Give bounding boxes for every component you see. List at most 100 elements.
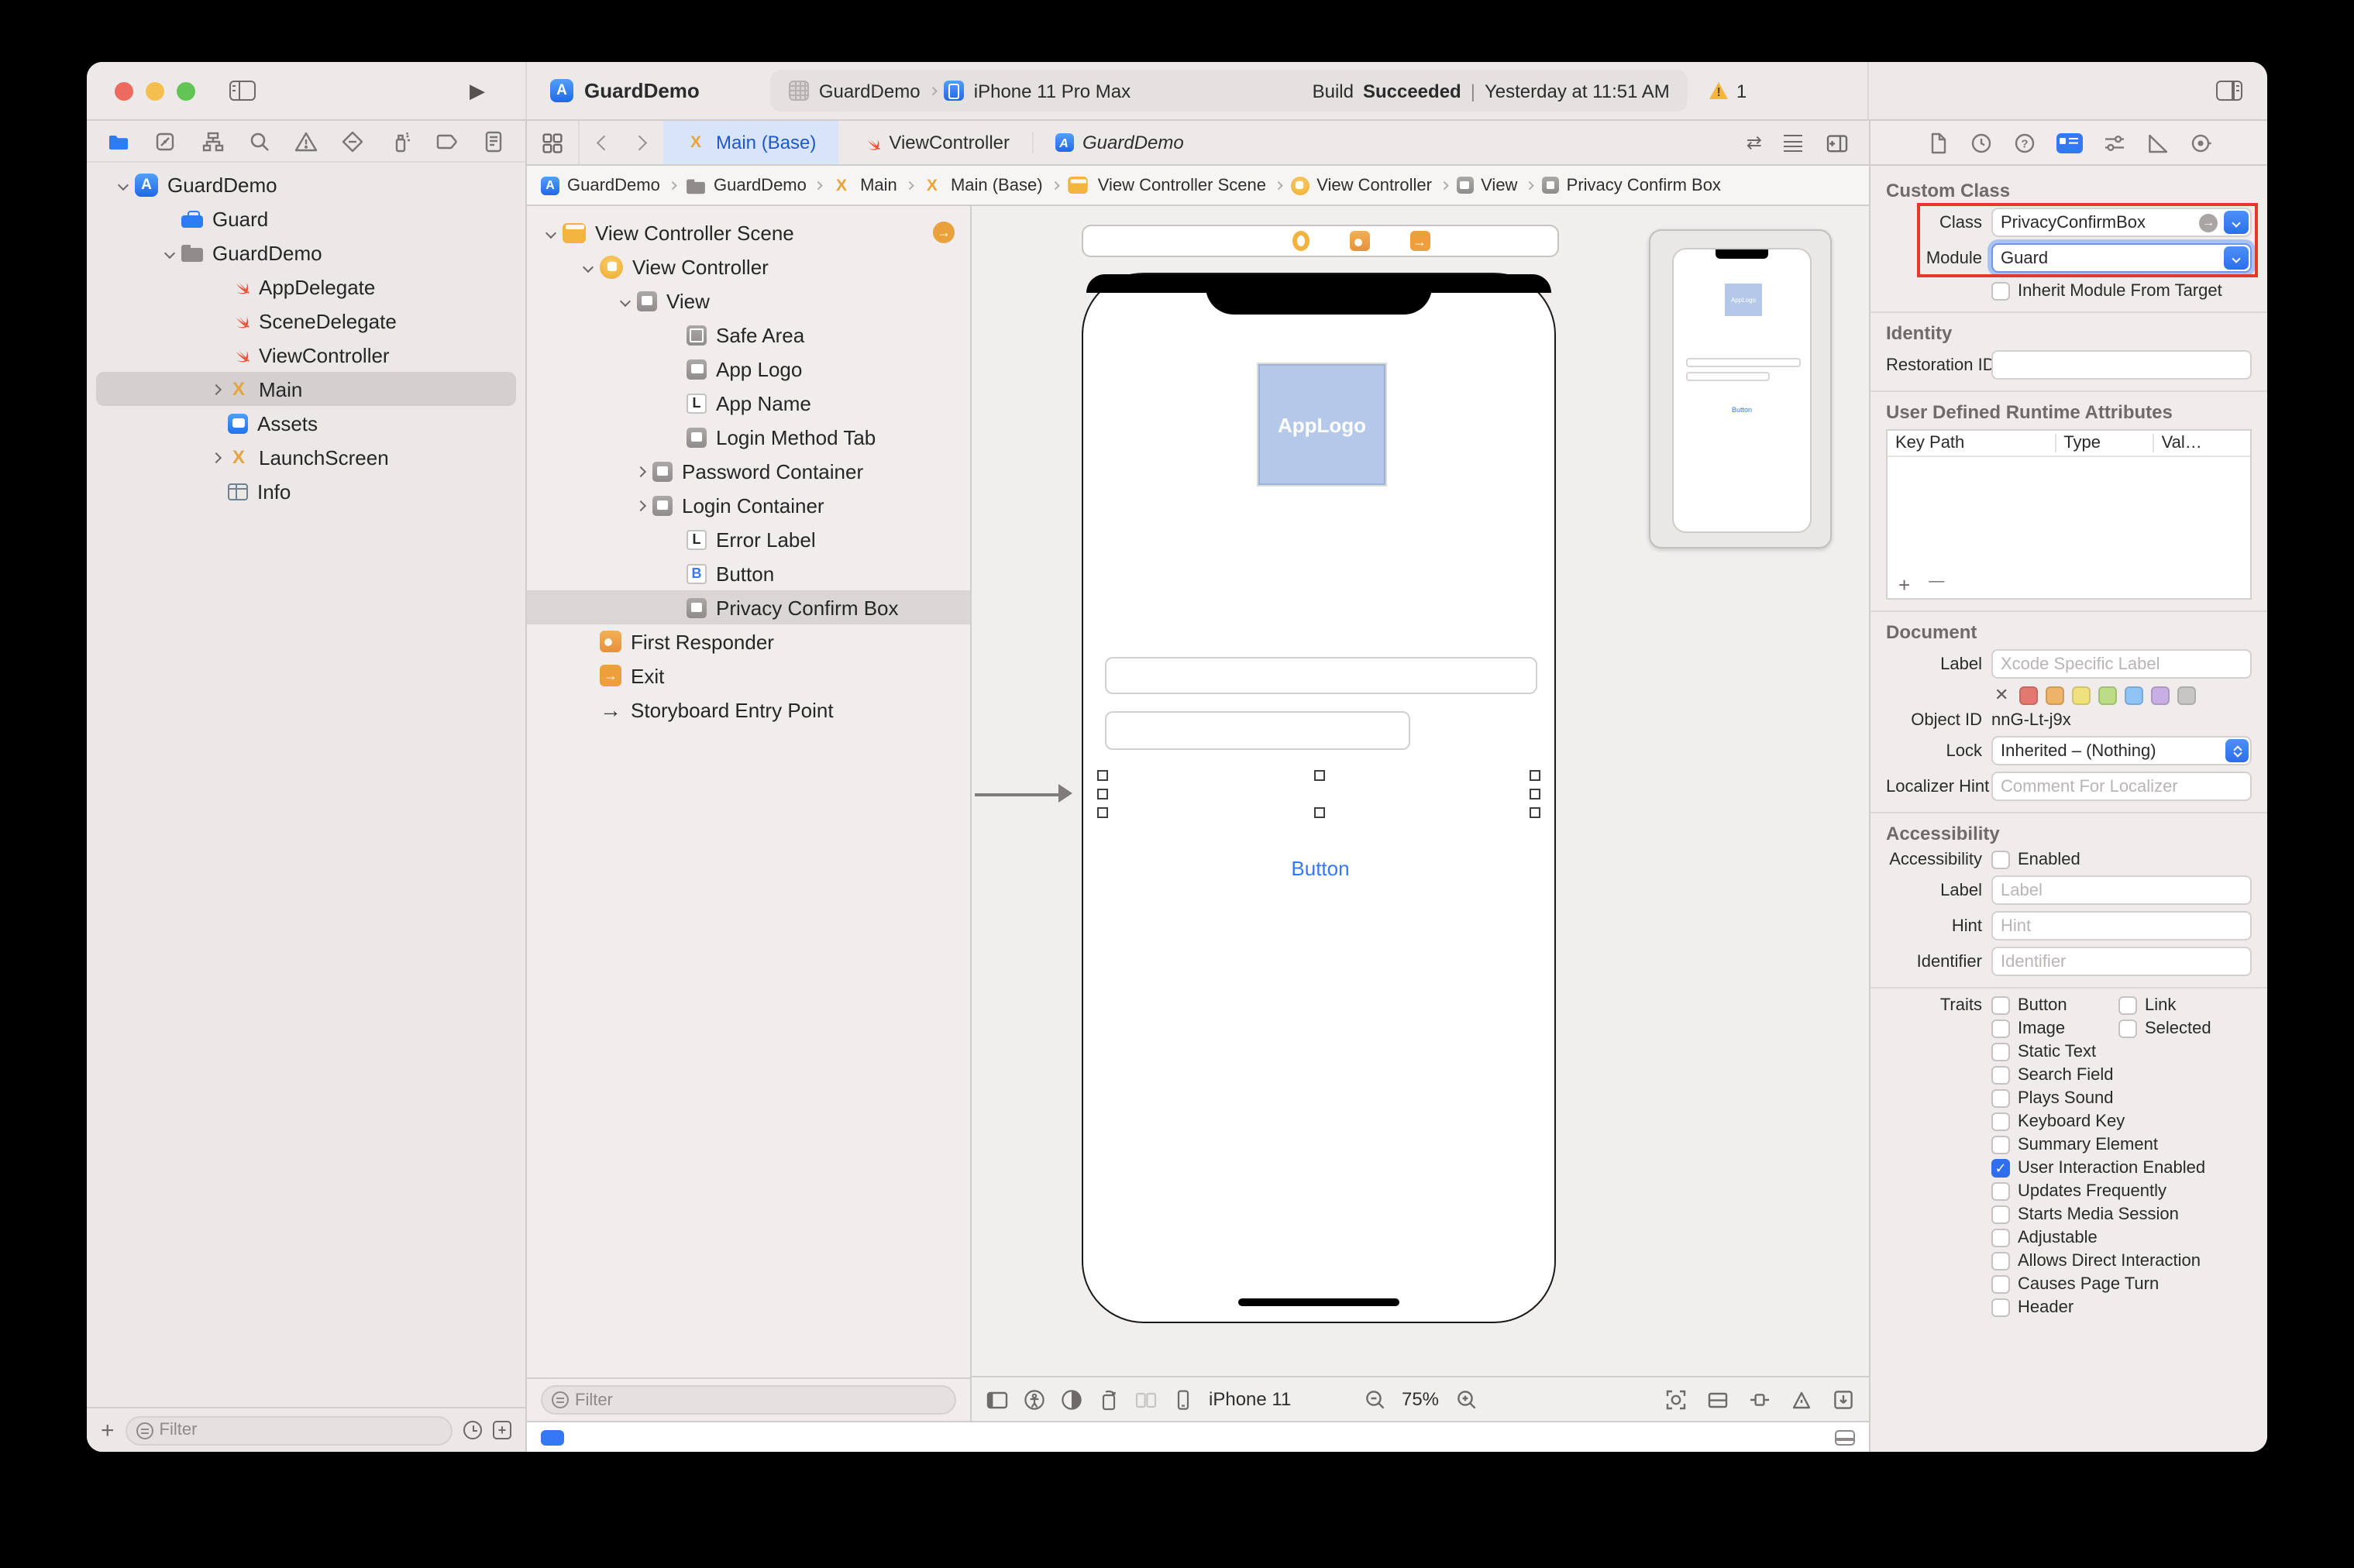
breadcrumb-view-controller[interactable]: View Controller (1290, 176, 1432, 194)
outline-item-app-name[interactable]: App Name (527, 386, 970, 420)
accessibility-identifier-field[interactable] (1991, 947, 2252, 976)
selection-handle[interactable] (1097, 789, 1108, 799)
accessibility-hint-field[interactable] (1991, 911, 2252, 940)
disclosure-open-icon[interactable] (583, 261, 594, 272)
scheme-name[interactable]: GuardDemo (819, 80, 921, 101)
outline-item-first-responder[interactable]: First Responder (527, 624, 970, 658)
restoration-id-field[interactable] (1991, 350, 2252, 380)
color-swatch-blue[interactable] (2125, 686, 2143, 704)
color-swatch-purple[interactable] (2151, 686, 2170, 704)
selection-handle[interactable] (1530, 807, 1540, 818)
outline-item-safe-area[interactable]: Safe Area (527, 318, 970, 352)
toggle-document-outline-button[interactable] (541, 1429, 564, 1445)
accessibility-preview-icon[interactable] (1023, 1387, 1046, 1411)
warning-badge[interactable]: 1 (1710, 80, 1747, 101)
trait-checkbox[interactable] (1991, 1275, 2010, 1294)
class-combo-field[interactable]: PrivacyConfirmBox (1991, 208, 2252, 237)
trait-checkbox-user-interaction[interactable] (1991, 1159, 2010, 1178)
breadcrumb-scene[interactable]: View Controller Scene (1067, 175, 1266, 195)
navigator-filter-field[interactable]: Filter (126, 1415, 453, 1445)
back-button[interactable] (597, 136, 611, 150)
document-label-field[interactable] (1991, 649, 2252, 679)
view-controller-handle-icon[interactable] (1292, 231, 1309, 251)
run-destination[interactable]: iPhone 11 Pro Max (974, 80, 1131, 101)
close-window-button[interactable] (115, 81, 133, 100)
appearance-icon[interactable] (1060, 1387, 1083, 1411)
outline-item-view-controller[interactable]: View Controller (527, 249, 970, 284)
zoom-level[interactable]: 75% (1402, 1388, 1439, 1410)
module-value[interactable]: Guard (2001, 249, 2222, 267)
outline-item-password-container[interactable]: Password Container (527, 454, 970, 488)
embed-in-stack-icon[interactable] (1706, 1387, 1729, 1411)
navigator-item-assets[interactable]: Assets (87, 406, 525, 440)
disclosure-closed-icon[interactable] (211, 452, 222, 462)
navigator-item-guard[interactable]: Guard (87, 201, 525, 236)
history-inspector-icon[interactable] (1969, 131, 1992, 154)
trait-checkbox[interactable] (1991, 996, 2010, 1015)
zoom-out-icon[interactable] (1363, 1387, 1386, 1411)
report-navigator-icon[interactable] (482, 129, 505, 153)
attributes-inspector-icon[interactable] (2102, 131, 2125, 154)
tab-viewcontroller[interactable]: ViewController (838, 121, 1031, 164)
trait-checkbox[interactable] (1991, 1066, 2010, 1085)
trait-checkbox[interactable] (1991, 1043, 2010, 1061)
scm-status-filter-icon[interactable]: + (493, 1421, 511, 1439)
trait-checkbox[interactable] (2118, 1020, 2137, 1038)
find-navigator-icon[interactable] (248, 129, 271, 153)
identity-inspector-icon-selected[interactable] (2056, 132, 2082, 153)
outline-item-login-container[interactable]: Login Container (527, 488, 970, 522)
breakpoint-navigator-icon[interactable] (435, 129, 459, 153)
outline-item-login-method-tab[interactable]: Login Method Tab (527, 420, 970, 454)
trait-checkbox[interactable] (1991, 1205, 2010, 1224)
outline-item-privacy-confirm-box-selected[interactable]: Privacy Confirm Box (527, 590, 970, 624)
remove-attribute-button[interactable]: — (1929, 573, 1944, 597)
scheme-selector[interactable]: GuardDemo iPhone 11 Pro Max Build Succee… (771, 70, 1688, 112)
orientation-icon[interactable] (1097, 1387, 1120, 1411)
accessibility-enabled-checkbox[interactable] (1991, 851, 2010, 869)
resolve-autolayout-icon[interactable] (1790, 1387, 1813, 1411)
source-control-navigator-icon[interactable] (154, 129, 177, 153)
zoom-window-button[interactable] (177, 81, 195, 100)
canvas-button-label[interactable]: Button (1258, 857, 1382, 880)
breadcrumb-project[interactable]: GuardDemo (541, 176, 660, 194)
canvas-minimap[interactable]: AppLogo Button (1649, 229, 1832, 548)
selection-handle[interactable] (1530, 789, 1540, 799)
navigator-item-launchscreen[interactable]: LaunchScreen (87, 440, 525, 474)
module-combo-field[interactable]: Guard (1991, 243, 2252, 273)
disclosure-closed-icon[interactable] (635, 466, 646, 476)
tab-main-base[interactable]: Main (Base) (663, 121, 838, 164)
selection-handle[interactable] (1314, 770, 1325, 781)
breadcrumb-group[interactable]: GuardDemo (684, 176, 807, 194)
exit-handle-icon[interactable] (1409, 231, 1430, 251)
selection-handle[interactable] (1097, 770, 1108, 781)
color-swatch-green[interactable] (2098, 686, 2117, 704)
device-bezel-icon[interactable] (1172, 1387, 1195, 1411)
lock-dropdown[interactable]: Inherited – (Nothing) (1991, 736, 2252, 765)
symbol-navigator-icon[interactable] (201, 129, 224, 153)
breadcrumb-main-base[interactable]: Main (Base) (921, 174, 1043, 196)
device-preview-toggle-icon[interactable] (1835, 1429, 1855, 1445)
iphone-canvas-frame[interactable]: AppLogo (1082, 273, 1556, 1323)
device-name[interactable]: iPhone 11 (1209, 1388, 1291, 1410)
help-inspector-icon[interactable]: ? (2012, 131, 2036, 154)
trait-checkbox[interactable] (1991, 1089, 2010, 1108)
inherit-module-checkbox[interactable] (1991, 282, 2010, 301)
navigator-item-appdelegate[interactable]: AppDelegate (87, 270, 525, 304)
navigator-item-info[interactable]: Info (87, 474, 525, 508)
recent-files-filter-icon[interactable] (463, 1421, 482, 1439)
breadcrumb-view[interactable]: View (1456, 176, 1517, 194)
toggle-inspector-icon[interactable] (2216, 81, 2242, 101)
password-container-field[interactable] (1105, 711, 1410, 750)
trait-checkbox[interactable] (1991, 1229, 2010, 1247)
test-navigator-icon[interactable] (342, 129, 365, 153)
connections-inspector-icon[interactable] (2189, 131, 2212, 154)
trait-checkbox[interactable] (1991, 1020, 2010, 1038)
trait-checkbox[interactable] (1991, 1298, 2010, 1317)
disclosure-closed-icon[interactable] (211, 383, 222, 394)
outline-item-scene[interactable]: View Controller Scene→ (527, 215, 970, 249)
selection-handle[interactable] (1314, 807, 1325, 818)
class-dropdown-icon[interactable] (2224, 211, 2249, 234)
adjust-editor-options-icon[interactable] (1784, 134, 1802, 151)
selection-handle[interactable] (1530, 770, 1540, 781)
disclosure-open-icon[interactable] (545, 227, 556, 238)
